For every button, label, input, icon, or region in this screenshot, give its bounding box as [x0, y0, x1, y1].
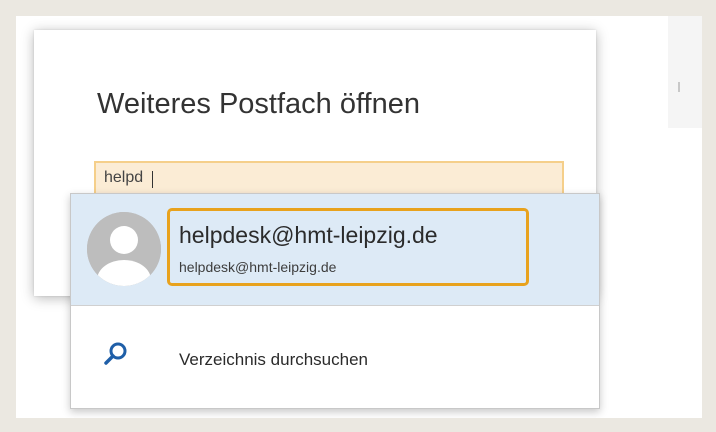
screen: Weiteres Postfach öffnen helpdesk@hmt-le… — [16, 16, 702, 418]
directory-search-label: Verzeichnis durchsuchen — [179, 350, 369, 369]
suggestions-dropdown: helpdesk@hmt-leipzig.de helpdesk@hmt-lei… — [70, 193, 600, 409]
default-person-avatar-icon — [87, 212, 161, 286]
text-caret — [152, 171, 153, 188]
background-panel-mark — [678, 82, 680, 92]
dialog-title: Weiteres Postfach öffnen — [97, 88, 420, 120]
suggestion-item[interactable]: helpdesk@hmt-leipzig.de helpdesk@hmt-lei… — [71, 194, 599, 306]
search-icon — [104, 342, 127, 365]
directory-search-item[interactable]: Verzeichnis durchsuchen — [71, 306, 599, 408]
mailbox-search-input[interactable] — [96, 163, 562, 193]
suggestion-email: helpdesk@hmt-leipzig.de — [179, 259, 337, 275]
suggestion-name: helpdesk@hmt-leipzig.de — [179, 222, 438, 248]
background-panel — [668, 16, 702, 128]
mailbox-search-box[interactable] — [94, 161, 564, 195]
